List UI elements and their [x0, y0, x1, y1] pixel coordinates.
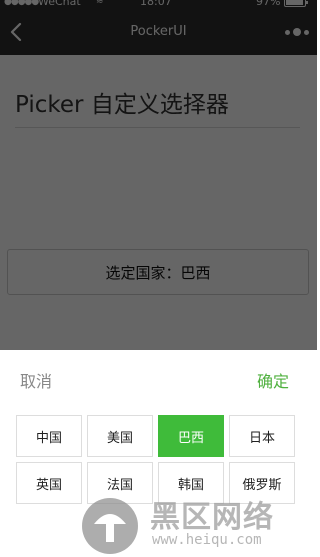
option-brazil[interactable]: 巴西 — [158, 415, 224, 457]
option-japan[interactable]: 日本 — [229, 415, 295, 457]
signal-icon: ●●●●● — [4, 0, 39, 7]
battery-percent: 97% — [256, 0, 281, 8]
more-dot-center — [293, 28, 301, 36]
status-time: 18:07 — [140, 0, 172, 8]
selected-country-field[interactable]: 选定国家：巴西 — [7, 249, 309, 295]
cancel-button[interactable]: 取消 — [20, 368, 52, 392]
status-bar: ●●●●● WeChat ≈ 18:07 97% — [0, 0, 317, 9]
back-button[interactable] — [4, 19, 28, 45]
picker-panel: 取消 确定 中国 美国 巴西 日本 英国 法国 韩国 俄罗斯 — [0, 350, 317, 557]
option-china[interactable]: 中国 — [16, 415, 82, 457]
country-options: 中国 美国 巴西 日本 英国 法国 韩国 俄罗斯 — [16, 415, 297, 504]
option-korea[interactable]: 韩国 — [158, 462, 224, 504]
navigation-bar: PockerUI — [0, 9, 317, 55]
page-content: Picker 自定义选择器 选定国家：巴西 — [0, 55, 317, 350]
option-russia[interactable]: 俄罗斯 — [229, 462, 295, 504]
app-screen: ●●●●● WeChat ≈ 18:07 97% PockerUI Picker… — [0, 0, 317, 557]
nav-title: PockerUI — [130, 24, 187, 39]
carrier-label: WeChat — [38, 0, 81, 8]
more-dots-icon — [285, 29, 290, 35]
confirm-button[interactable]: 确定 — [257, 368, 289, 392]
wifi-icon: ≈ — [96, 0, 104, 7]
option-france[interactable]: 法国 — [87, 462, 153, 504]
battery-icon — [284, 0, 308, 7]
divider — [15, 127, 300, 128]
chevron-left-icon — [10, 23, 22, 41]
more-button[interactable] — [282, 21, 312, 43]
option-uk[interactable]: 英国 — [16, 462, 82, 504]
page-title: Picker 自定义选择器 — [15, 92, 229, 118]
option-usa[interactable]: 美国 — [87, 415, 153, 457]
more-dot-right — [304, 29, 309, 35]
